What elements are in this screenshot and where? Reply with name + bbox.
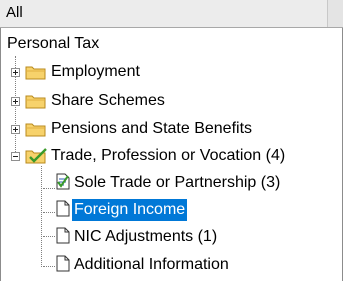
document-icon — [56, 227, 70, 244]
tree-item-label: Foreign Income — [72, 199, 188, 221]
tree-item-foreign-income[interactable]: Foreign Income — [72, 198, 188, 222]
tree-item-employment[interactable]: Employment — [49, 60, 142, 84]
tree-connector — [43, 266, 55, 267]
filter-dropdown[interactable]: All — [0, 0, 343, 28]
tree-item-pensions-state-benefits[interactable]: Pensions and State Benefits — [49, 117, 254, 141]
scrollbar[interactable] — [327, 0, 343, 27]
expand-share-schemes-button[interactable] — [11, 97, 20, 106]
tree-item-label: Employment — [51, 63, 140, 80]
tree-item-trade-profession-vocation[interactable]: Trade, Profession or Vocation (4) — [49, 144, 287, 168]
document-check-icon — [56, 173, 70, 190]
folder-icon — [25, 66, 46, 80]
folder-icon — [25, 95, 46, 109]
tree-view[interactable]: Personal Tax Employment Share Schemes Pe… — [0, 28, 343, 281]
tree-item-label: Sole Trade or Partnership (3) — [74, 174, 281, 191]
collapse-trade-button[interactable] — [11, 152, 20, 161]
tree-item-share-schemes[interactable]: Share Schemes — [49, 89, 167, 113]
expand-pensions-button[interactable] — [11, 125, 20, 134]
folder-check-icon — [25, 148, 47, 164]
expand-employment-button[interactable] — [11, 68, 20, 77]
folder-icon — [25, 123, 46, 137]
tree-item-sole-trade-partnership[interactable]: Sole Trade or Partnership (3) — [72, 171, 282, 195]
tree-item-additional-information[interactable]: Additional Information — [72, 253, 231, 277]
tree-item-nic-adjustments[interactable]: NIC Adjustments (1) — [72, 225, 219, 249]
tree-root[interactable]: Personal Tax — [5, 32, 101, 56]
filter-value: All — [6, 4, 23, 21]
tree-connector — [41, 166, 42, 267]
tree-item-label: NIC Adjustments (1) — [74, 228, 218, 245]
tree-root-label: Personal Tax — [7, 35, 100, 52]
tree-item-label: Trade, Profession or Vocation (4) — [51, 147, 286, 164]
tree-item-label: Share Schemes — [51, 92, 165, 109]
document-icon — [56, 255, 70, 272]
tree-item-label: Pensions and State Benefits — [51, 120, 253, 137]
tree-item-label: Additional Information — [74, 256, 229, 273]
tree-connector — [43, 236, 55, 237]
tree-connector — [43, 188, 55, 189]
document-icon — [56, 200, 70, 217]
tree-connector — [43, 212, 55, 213]
